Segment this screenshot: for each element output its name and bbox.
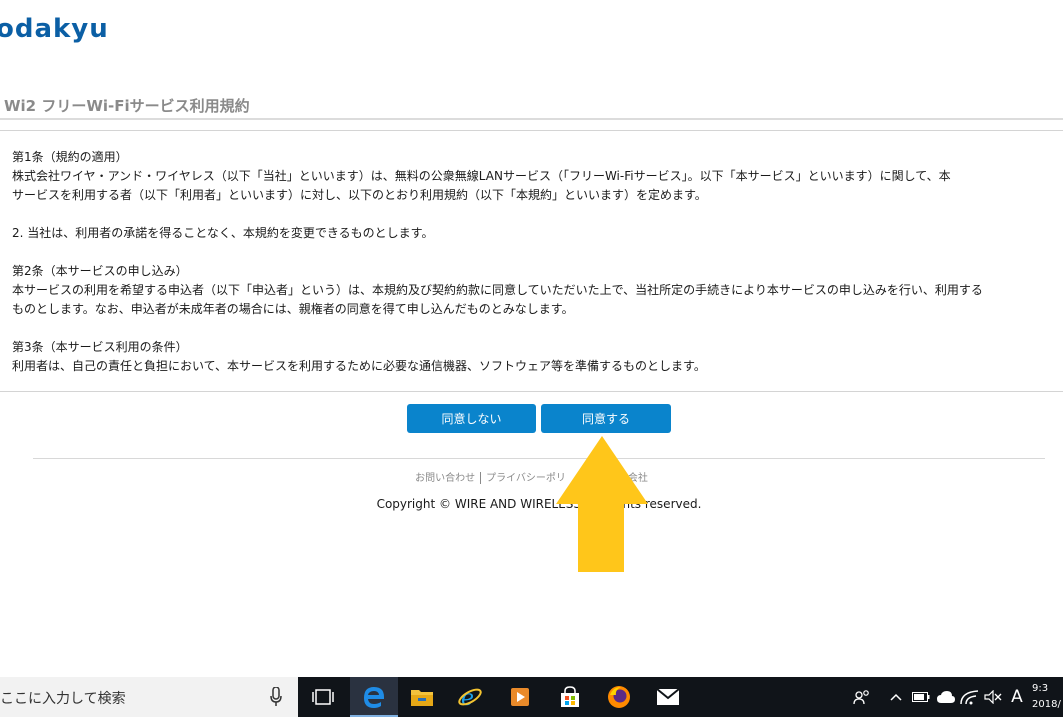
title-divider xyxy=(0,118,1063,120)
page-title: Wi2 フリーWi-Fiサービス利用規約 xyxy=(4,97,250,115)
article2-text-line2: ものとします。なお、申込者が未成年者の場合には、親権者の同意を得て申し込んだもの… xyxy=(12,302,574,316)
article1-text-line2: サービスを利用する者（以下「利用者」といいます）に対し、以下のとおり利用規約（以… xyxy=(12,188,707,202)
taskbar-search-input[interactable]: ここに入力して検索 xyxy=(0,688,126,708)
article3-heading: 第3条（本サービス利用の条件） xyxy=(12,340,188,354)
ime-indicator[interactable]: A xyxy=(1006,677,1028,717)
chevron-up-icon[interactable] xyxy=(886,677,906,717)
media-player-icon[interactable] xyxy=(496,677,544,717)
battery-icon[interactable] xyxy=(910,677,932,717)
clock-date: 2018/ xyxy=(1032,699,1061,710)
taskbar-clock[interactable]: 9:3 2018/ xyxy=(1032,681,1063,713)
file-explorer-icon[interactable] xyxy=(398,677,446,717)
footer-divider xyxy=(33,458,1045,459)
cloud-sync-icon[interactable] xyxy=(934,677,958,717)
store-icon[interactable] xyxy=(546,677,594,717)
article1-heading: 第1条（規約の適用） xyxy=(12,150,128,164)
article1-item2: 2. 当社は、利用者の承諾を得ることなく、本規約を変更できるものとします。 xyxy=(12,226,434,240)
agree-button[interactable]: 同意する xyxy=(541,404,671,433)
article2-text-line1: 本サービスの利用を希望する申込者（以下「申込者」という）は、本規約及び契約約款に… xyxy=(12,283,983,297)
article1-text-line1: 株式会社ワイヤ・アンド・ワイヤレス（以下「当社」といいます）は、無料の公衆無線L… xyxy=(12,169,951,183)
windows-taskbar: ここに入力して検索 e A 9:3 2018/ xyxy=(0,677,1063,717)
wifi-icon[interactable] xyxy=(958,677,982,717)
contact-link[interactable]: お問い合わせ xyxy=(410,473,480,484)
taskbar-search-box[interactable]: ここに入力して検索 xyxy=(0,677,298,717)
mail-icon[interactable] xyxy=(644,677,692,717)
browser-page: odakyu Wi2 フリーWi-Fiサービス利用規約 第1条（規約の適用） 株… xyxy=(0,0,1063,717)
svg-text:e: e xyxy=(461,686,474,709)
footer-links: お問い合わせ プライバシーポリ 会社 xyxy=(0,469,1063,484)
edge-browser-icon[interactable] xyxy=(350,677,398,717)
odakyu-logo: odakyu xyxy=(0,14,109,44)
disagree-button[interactable]: 同意しない xyxy=(407,404,536,433)
clock-time: 9:3 xyxy=(1032,683,1049,694)
copyright-text: Copyright © WIRE AND WIRELESS ights rese… xyxy=(376,497,702,511)
pointer-arrow-icon xyxy=(556,436,648,572)
firefox-icon[interactable] xyxy=(595,677,643,717)
volume-muted-icon[interactable] xyxy=(982,677,1004,717)
microphone-icon[interactable] xyxy=(270,687,282,707)
article3-text-line1: 利用者は、自己の責任と負担において、本サービスを利用するために必要な通信機器、ソ… xyxy=(12,359,706,373)
task-view-icon[interactable] xyxy=(299,677,347,717)
terms-content[interactable]: 第1条（規約の適用） 株式会社ワイヤ・アンド・ワイヤレス（以下「当社」といいます… xyxy=(0,130,1063,392)
internet-explorer-icon[interactable]: e xyxy=(446,677,494,717)
article2-heading: 第2条（本サービスの申し込み） xyxy=(12,264,188,278)
people-icon[interactable] xyxy=(850,677,874,717)
